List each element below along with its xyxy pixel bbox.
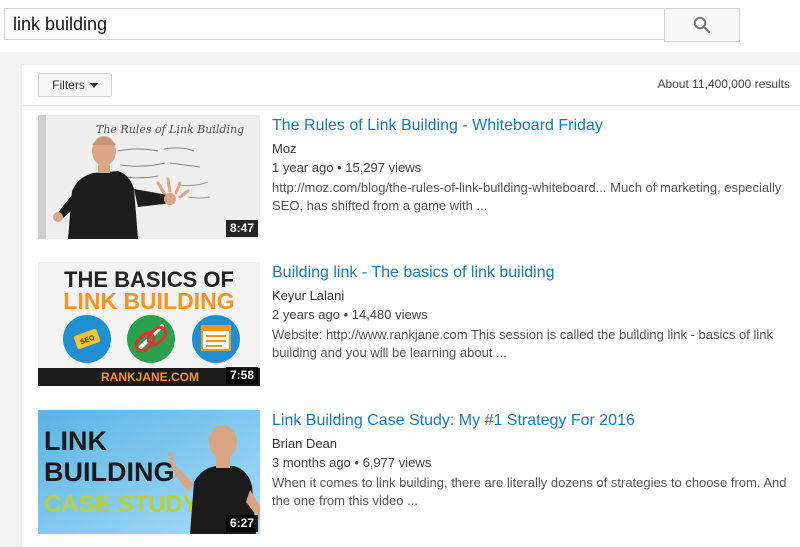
video-result: THE BASICS OF LINK BUILDING SEO RANKJANE… bbox=[38, 262, 798, 388]
upload-age: 2 years ago bbox=[272, 307, 340, 322]
thumbnail-heading-line1: LINK bbox=[44, 426, 107, 456]
video-duration: 6:27 bbox=[225, 515, 258, 532]
upload-age: 1 year ago bbox=[272, 160, 334, 175]
whiteboard-text: The Rules of Link Building bbox=[96, 123, 244, 136]
results-panel: Filters About 11,400,000 results The Rul… bbox=[22, 65, 800, 547]
channel-name[interactable]: Keyur Lalani bbox=[272, 288, 344, 303]
filters-label: Filters bbox=[52, 78, 85, 92]
video-thumbnail[interactable]: THE BASICS OF LINK BUILDING SEO RANKJANE… bbox=[38, 262, 260, 386]
channel-name[interactable]: Brian Dean bbox=[272, 436, 337, 451]
video-meta: 1 year ago • 15,297 views bbox=[272, 160, 421, 175]
search-icon bbox=[693, 16, 711, 34]
video-description: When it comes to link building, there ar… bbox=[272, 475, 787, 508]
thumbnail-heading-line2: BUILDING bbox=[44, 457, 175, 487]
video-duration: 7:58 bbox=[225, 367, 258, 384]
video-duration: 8:47 bbox=[225, 220, 258, 237]
channel-name[interactable]: Moz bbox=[272, 141, 297, 156]
search-input[interactable] bbox=[4, 8, 664, 40]
video-meta: 3 months ago • 6,977 views bbox=[272, 455, 431, 470]
video-meta: 2 years ago • 14,480 views bbox=[272, 307, 428, 322]
view-count: 15,297 views bbox=[345, 160, 422, 175]
caret-down-icon bbox=[89, 82, 98, 88]
view-count: 6,977 views bbox=[362, 455, 432, 470]
video-result: The Rules of Link Building 8:47 The Rule… bbox=[38, 115, 798, 241]
filters-button[interactable]: Filters bbox=[38, 73, 112, 97]
bullet-separator: • bbox=[337, 160, 346, 175]
video-title-link[interactable]: Link Building Case Study: My #1 Strategy… bbox=[272, 412, 635, 430]
thumbnail-heading-line3: CASE STUDY bbox=[44, 491, 199, 518]
thumbnail-heading-line2: LINK BUILDING bbox=[63, 288, 234, 314]
top-bar bbox=[0, 0, 800, 52]
video-title-link[interactable]: Building link - The basics of link build… bbox=[272, 264, 555, 282]
video-thumbnail[interactable]: The Rules of Link Building 8:47 bbox=[38, 115, 260, 239]
video-description: http://moz.com/blog/the-rules-of-link-bu… bbox=[272, 180, 782, 213]
upload-age: 3 months ago bbox=[272, 455, 351, 470]
result-count: About 11,400,000 results bbox=[657, 77, 790, 91]
bullet-separator: • bbox=[343, 307, 352, 322]
divider bbox=[22, 105, 800, 106]
video-thumbnail[interactable]: LINK BUILDING CASE STUDY 6:27 bbox=[38, 410, 260, 534]
search-button[interactable] bbox=[664, 8, 740, 42]
video-title-link[interactable]: The Rules of Link Building - Whiteboard … bbox=[272, 117, 603, 135]
bullet-separator: • bbox=[354, 455, 363, 470]
video-result: LINK BUILDING CASE STUDY 6:27 Link Build… bbox=[38, 410, 798, 536]
video-description: Website: http://www.rankjane.com This se… bbox=[272, 327, 773, 360]
view-count: 14,480 views bbox=[351, 307, 428, 322]
thumbnail-footer-text: RANKJANE.COM bbox=[101, 370, 199, 384]
